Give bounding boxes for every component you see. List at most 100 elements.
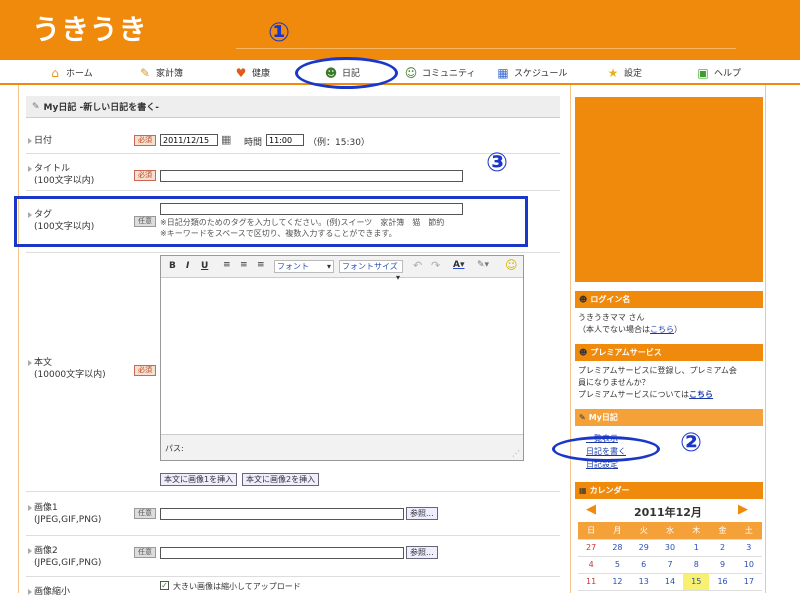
calendar-day[interactable]: 7 <box>656 556 684 574</box>
calendar-day[interactable]: 9 <box>709 556 736 574</box>
image2-browse-button[interactable]: 参照... <box>406 546 438 559</box>
calendar-day[interactable]: 5 <box>604 556 631 574</box>
image-shrink-row: 画像縮小 ✓ 大きい画像は縮小してアップロード <box>26 578 560 597</box>
calendar-weekday-row: 日 月 火 水 木 金 土 <box>578 522 762 540</box>
star-icon: ★ <box>607 65 619 80</box>
calendar-day[interactable]: 28 <box>604 539 631 557</box>
calendar-day[interactable]: 16 <box>709 573 736 591</box>
nav-community[interactable]: ☺ コミュニティ <box>404 60 476 85</box>
mydiary-header: ✎ My日記 <box>575 409 763 426</box>
title-limit-text: (100文字以内) <box>34 176 95 186</box>
nav-household-budget[interactable]: ✎ 家計簿 <box>138 60 183 85</box>
image-shrink-checkbox-label: 大きい画像は縮小してアップロード <box>173 582 301 591</box>
pencil-icon: ✎ <box>579 413 586 422</box>
people-icon: ☺ <box>404 65 418 80</box>
underline-button[interactable]: U <box>201 261 208 271</box>
image2-format-text: (JPEG,GIF,PNG) <box>34 558 102 568</box>
align-right-icon[interactable]: ≡ <box>257 260 265 270</box>
body-label: 本文 (10000文字以内) <box>28 357 106 381</box>
date-input[interactable] <box>160 134 218 146</box>
title-input[interactable] <box>160 170 463 182</box>
site-logo[interactable]: うきうき <box>32 8 147 48</box>
italic-button[interactable]: I <box>186 261 189 271</box>
font-size-select-value: フォントサイズ <box>342 262 398 271</box>
align-center-icon[interactable]: ≡ <box>240 260 248 270</box>
image1-format-text: (JPEG,GIF,PNG) <box>34 515 102 525</box>
body-row: 本文 (10000文字以内) 必須 B I U ≡ ≡ ≡ フォント ▾ フォントサ… <box>26 252 560 492</box>
calendar-day[interactable]: 10 <box>735 556 762 574</box>
font-select[interactable]: フォント ▾ <box>274 260 334 273</box>
login-switch-link[interactable]: こちら <box>650 325 674 334</box>
image-shrink-label: 画像縮小 <box>27 587 71 597</box>
calendar-day[interactable]: 6 <box>630 556 657 574</box>
insert-image-2-button[interactable]: 本文に画像2を挿入 <box>242 473 320 486</box>
weekday-tue: 火 <box>630 522 657 540</box>
premium-line-2: 員になりませんか？ <box>578 378 650 387</box>
image2-file-input[interactable] <box>160 547 404 559</box>
nav-home[interactable]: ⌂ ホーム <box>48 60 93 85</box>
required-badge: 必須 <box>134 170 156 181</box>
premium-header-text: プレミアムサービス <box>590 348 662 357</box>
nav-settings[interactable]: ★ 設定 <box>606 60 642 85</box>
pencil-icon: ✎ <box>32 101 40 112</box>
image-shrink-checkbox[interactable]: ✓ <box>160 581 169 590</box>
image1-file-input[interactable] <box>160 508 404 520</box>
optional-badge: 任意 <box>134 547 156 558</box>
page-title: ✎ My日記 -新しい日記を書く- <box>26 96 560 118</box>
pencil-icon: ✎ <box>139 65 151 80</box>
time-input[interactable] <box>266 134 304 146</box>
chevron-down-icon: ▾ <box>326 262 331 271</box>
sidebar-ad-banner[interactable] <box>575 97 763 282</box>
calendar-day[interactable]: 12 <box>604 573 631 591</box>
image1-browse-button[interactable]: 参照... <box>406 507 438 520</box>
align-left-icon[interactable]: ≡ <box>223 260 231 270</box>
calendar-day[interactable]: 2 <box>709 539 736 557</box>
next-month-icon[interactable]: ▶ <box>738 502 748 517</box>
nav-label: ホーム <box>66 69 93 79</box>
rich-text-editor: B I U ≡ ≡ ≡ フォント ▾ フォントサイズ ▾ ↶ ↷ A▾ ✎▾ ☺ パ… <box>160 255 524 461</box>
calendar-day-today[interactable]: 15 <box>683 573 710 591</box>
premium-line-1: プレミアムサービスに登録し、プレミアム会 <box>578 366 737 375</box>
title-label-text: タイトル <box>34 164 71 174</box>
calendar-day[interactable]: 17 <box>735 573 762 591</box>
calendar-day[interactable]: 8 <box>683 556 710 574</box>
premium-line-3-text: プレミアムサービスについては <box>578 390 690 399</box>
calendar-month-label: 2011年12月 <box>634 506 702 519</box>
annotation-ellipse-write-link <box>552 436 660 462</box>
nav-health[interactable]: ♥ 健康 <box>234 60 270 85</box>
font-size-select[interactable]: フォントサイズ ▾ <box>339 260 403 282</box>
nav-schedule[interactable]: ▦ スケジュール <box>496 60 567 85</box>
title-row: タイトル (100文字以内) 必須 <box>26 155 560 191</box>
prev-month-icon[interactable]: ◀ <box>586 502 596 517</box>
calendar-day[interactable]: 11 <box>578 573 605 591</box>
insert-image-1-button[interactable]: 本文に画像1を挿入 <box>160 473 238 486</box>
text-color-icon[interactable]: A▾ <box>453 260 464 270</box>
highlight-color-icon[interactable]: ✎▾ <box>477 260 489 270</box>
font-select-value: フォント <box>277 262 309 271</box>
calendar-icon: ▦ <box>497 65 509 80</box>
nav-help[interactable]: ▣ ヘルプ <box>696 60 741 85</box>
person-icon: ☻ <box>579 348 588 357</box>
bold-button[interactable]: B <box>169 261 176 271</box>
calendar-day[interactable]: 29 <box>630 539 657 557</box>
resize-handle-icon[interactable]: ⋰ <box>512 449 520 458</box>
calendar-week-row: 11 12 13 14 15 16 17 <box>578 573 762 591</box>
editor-body[interactable] <box>161 278 523 434</box>
calendar-icon: ▦ <box>579 486 587 495</box>
help-icon: ▣ <box>697 65 709 80</box>
editor-path-label: パス: <box>165 444 184 453</box>
calendar-day[interactable]: 30 <box>656 539 684 557</box>
calendar-week-row: 27 28 29 30 1 2 3 <box>578 539 762 557</box>
undo-icon[interactable]: ↶ <box>413 259 422 272</box>
calendar-day[interactable]: 13 <box>630 573 657 591</box>
calendar-day[interactable]: 3 <box>735 539 762 557</box>
annotation-box-tag-row <box>14 196 528 247</box>
calendar-day[interactable]: 27 <box>578 539 605 557</box>
calendar-day[interactable]: 14 <box>656 573 684 591</box>
calendar-picker-icon[interactable]: ▦ <box>221 133 231 146</box>
calendar-day[interactable]: 1 <box>683 539 710 557</box>
calendar-day[interactable]: 4 <box>578 556 605 574</box>
emoticon-icon[interactable]: ☺ <box>505 258 518 272</box>
premium-link[interactable]: こちら <box>689 390 713 399</box>
redo-icon[interactable]: ↷ <box>431 259 440 272</box>
